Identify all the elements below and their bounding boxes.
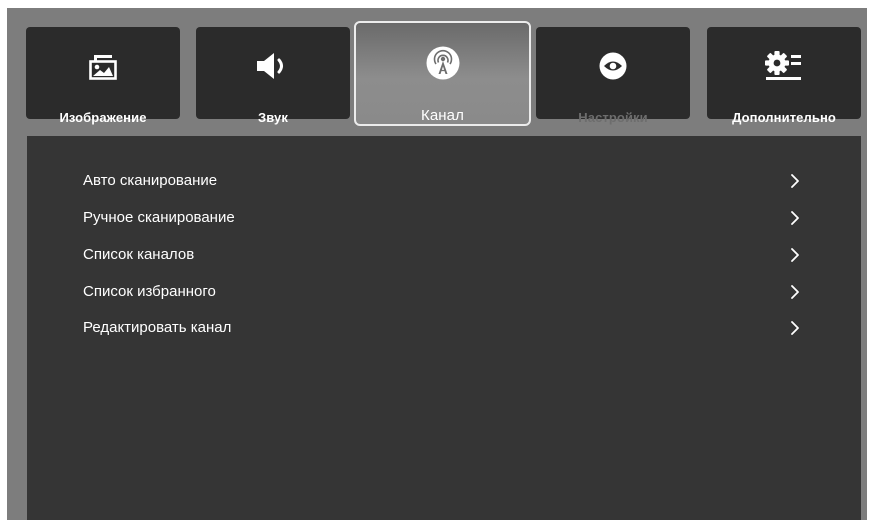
menu-item-label: Редактировать канал: [83, 319, 232, 336]
menu-item-label: Авто сканирование: [83, 172, 218, 189]
speaker-icon: [196, 51, 350, 81]
tab-additional[interactable]: Дополнительно: [707, 27, 861, 125]
tab-bar: Изображение Звук Канал Настройки Дополни…: [7, 8, 867, 136]
gear-list-icon: [707, 51, 861, 81]
chevron-right-icon: [791, 285, 799, 299]
tv-menu: Изображение Звук Канал Настройки Дополни…: [7, 8, 867, 520]
antenna-icon: [356, 45, 529, 81]
tab-settings[interactable]: Настройки: [536, 27, 690, 125]
tab-image-label: Изображение: [59, 110, 147, 125]
menu-item-label: Ручное сканирование: [83, 209, 235, 226]
menu-item-favorites-list[interactable]: Список избранного: [27, 276, 861, 308]
menu-item-label: Список каналов: [83, 246, 195, 263]
tab-sound[interactable]: Звук: [196, 27, 350, 125]
tab-channel-label: Канал: [421, 107, 464, 124]
tab-image[interactable]: Изображение: [26, 27, 180, 125]
eye-icon: [536, 51, 690, 81]
channel-menu-panel: Авто сканирование Ручное сканирование Сп…: [27, 136, 861, 520]
chevron-right-icon: [791, 321, 799, 335]
tab-additional-label: Дополнительно: [732, 110, 836, 125]
image-icon: [26, 51, 180, 81]
chevron-right-icon: [791, 174, 799, 188]
menu-item-edit-channel[interactable]: Редактировать канал: [27, 312, 861, 344]
tab-sound-label: Звук: [258, 110, 288, 125]
menu-item-channel-list[interactable]: Список каналов: [27, 239, 861, 271]
chevron-right-icon: [791, 248, 799, 262]
tab-channel[interactable]: Канал: [354, 21, 531, 126]
tab-settings-label: Настройки: [578, 110, 648, 125]
menu-item-label: Список избранного: [83, 283, 216, 300]
chevron-right-icon: [791, 211, 799, 225]
menu-item-manual-scan[interactable]: Ручное сканирование: [27, 202, 861, 234]
menu-item-auto-scan[interactable]: Авто сканирование: [27, 165, 861, 197]
